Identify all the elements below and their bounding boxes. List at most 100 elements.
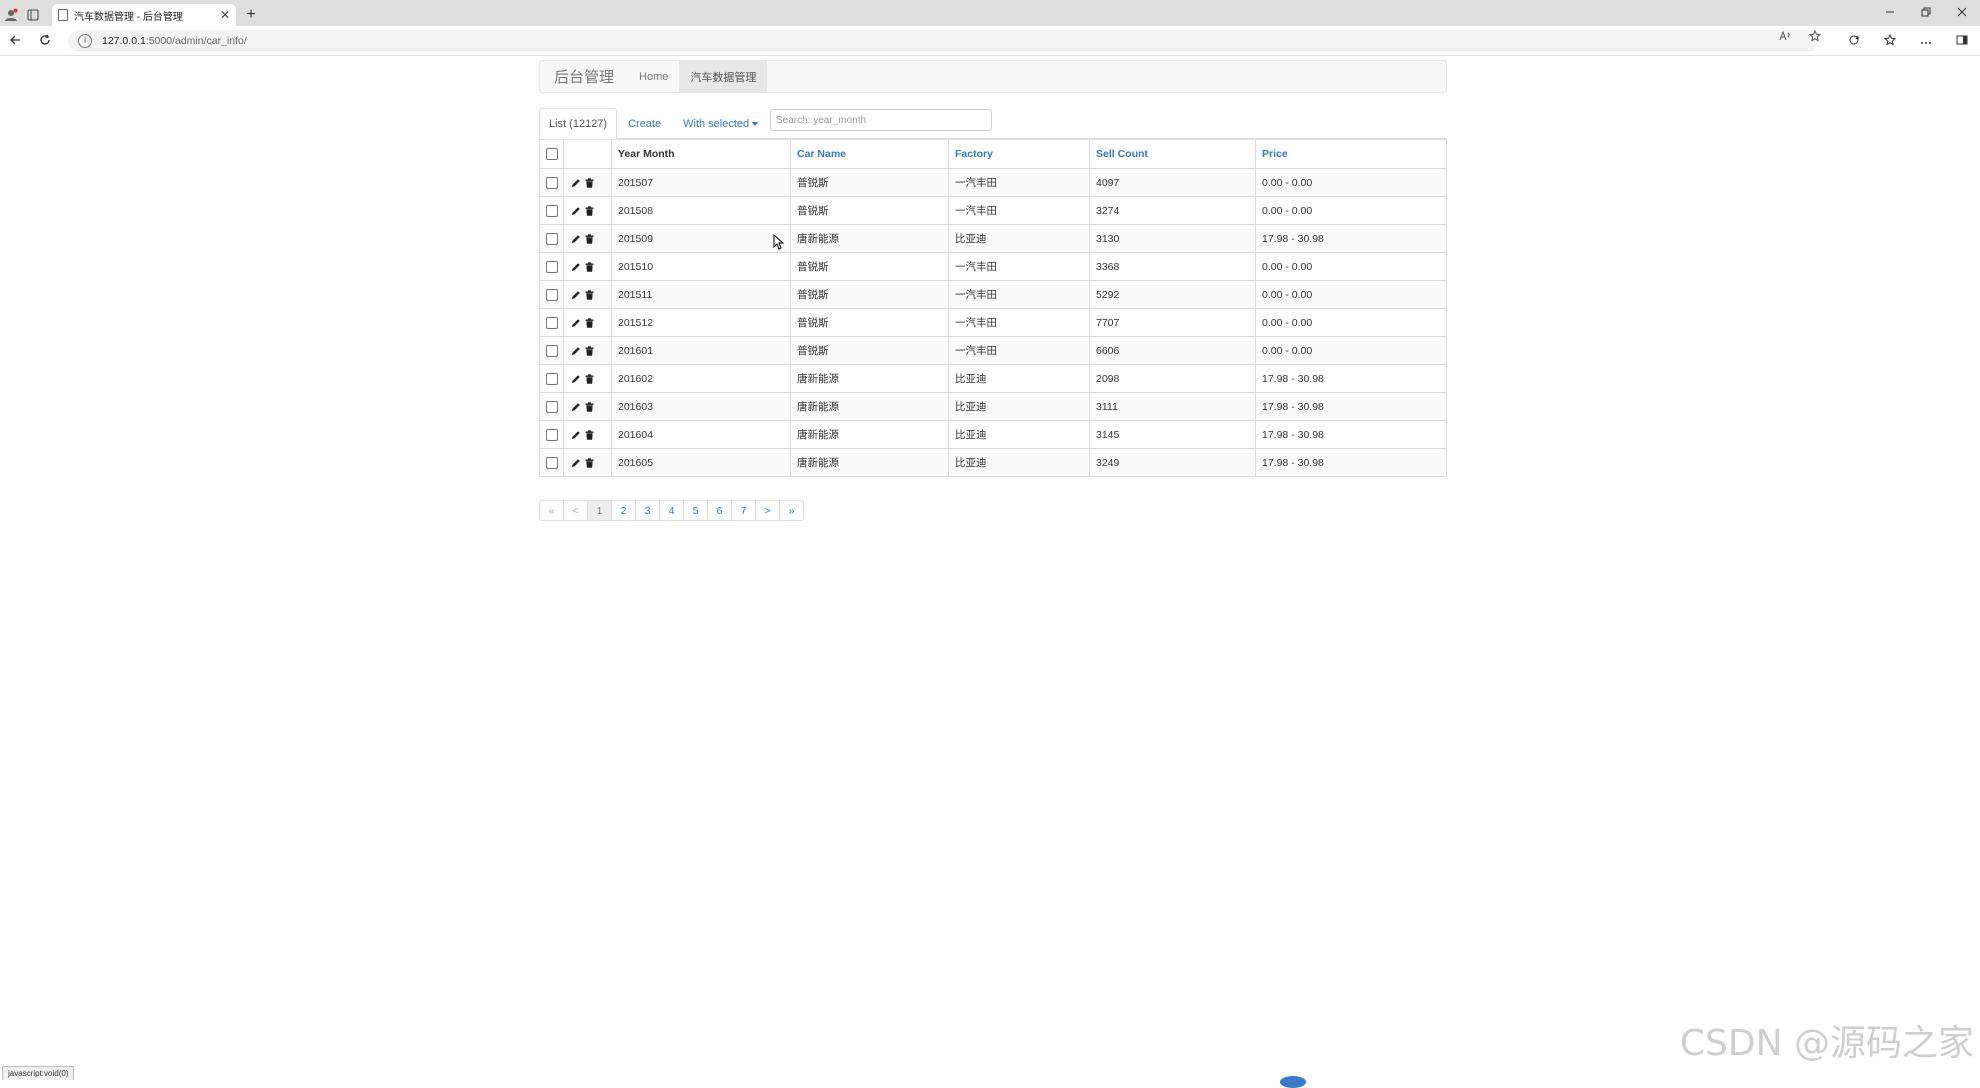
header-factory[interactable]: Factory [948,139,1090,169]
cell-sell-count: 6606 [1089,336,1256,365]
page-7[interactable]: 7 [731,500,756,521]
row-checkbox[interactable] [545,176,558,189]
cell-year-month: 201511 [611,280,791,309]
back-icon[interactable] [0,33,30,49]
row-checkbox[interactable] [545,288,558,301]
sort-car-name-link[interactable]: Car Name [797,148,846,160]
trash-icon[interactable] [585,206,595,216]
cell-price: 0.00 - 0.00 [1255,168,1447,197]
row-checkbox[interactable] [545,232,558,245]
trash-icon[interactable] [585,430,595,440]
pencil-icon[interactable] [571,374,581,384]
row-select-cell [539,448,564,477]
row-checkbox[interactable] [545,344,558,357]
pencil-icon[interactable] [571,206,581,216]
site-info-icon[interactable]: i [78,33,92,48]
tab-actions-icon[interactable] [22,4,44,26]
cell-year-month: 201605 [611,448,791,477]
cell-year-month: 201507 [611,168,791,197]
pencil-icon[interactable] [571,458,581,468]
cell-car-name: 唐新能源 [790,364,949,393]
page-first[interactable]: « [539,500,564,521]
page-4[interactable]: 4 [659,500,684,521]
favorites-icon[interactable] [1872,33,1908,49]
sort-factory-link[interactable]: Factory [955,148,993,160]
cell-factory: 一汽丰田 [948,196,1090,225]
more-options-icon[interactable] [1908,34,1944,48]
create-button[interactable]: Create [617,110,672,138]
page-5[interactable]: 5 [683,500,708,521]
table-row: 201605 唐新能源 比亚迪 3249 17.98 - 30.98 [539,448,1447,477]
with-selected-dropdown[interactable]: With selected [672,110,769,138]
row-actions-cell [563,336,612,365]
table-row: 201507 普锐斯 一汽丰田 4097 0.00 - 0.00 [539,168,1447,197]
brand-title[interactable]: 后台管理 [540,61,628,92]
sort-sell-count-link[interactable]: Sell Count [1096,148,1148,160]
page-1[interactable]: 1 [587,500,612,521]
minimize-icon[interactable] [1872,6,1908,20]
row-checkbox[interactable] [545,316,558,329]
pencil-icon[interactable] [571,402,581,412]
table-row: 201511 普锐斯 一汽丰田 5292 0.00 - 0.00 [539,280,1447,309]
profile-icon[interactable] [0,4,22,26]
page-3[interactable]: 3 [635,500,660,521]
url-field[interactable]: i 127.0.0.1:5000/admin/car_info/ [68,29,1818,52]
close-tab-icon[interactable]: ✕ [220,8,230,22]
cell-price: 17.98 - 30.98 [1255,448,1447,477]
close-window-icon[interactable] [1944,6,1980,20]
page-6[interactable]: 6 [707,500,732,521]
search-input[interactable] [770,109,992,131]
pencil-icon[interactable] [571,290,581,300]
favorite-star-icon[interactable] [1800,29,1830,45]
trash-icon[interactable] [585,458,595,468]
pencil-icon[interactable] [571,178,581,188]
trash-icon[interactable] [585,346,595,356]
header-sell-count[interactable]: Sell Count [1089,139,1256,169]
trash-icon[interactable] [585,402,595,412]
window-controls [1872,0,1980,26]
header-price[interactable]: Price [1255,139,1447,169]
row-actions-cell [563,196,612,225]
trash-icon[interactable] [585,290,595,300]
cell-sell-count: 5292 [1089,280,1256,309]
nav-car-data[interactable]: 汽车数据管理 [679,61,768,92]
restore-icon[interactable] [1908,6,1944,20]
new-tab-button[interactable]: + [240,4,262,26]
watermark: CSDN @源码之家 [1679,1023,1974,1064]
trash-icon[interactable] [585,178,595,188]
cell-factory: 比亚迪 [948,448,1090,477]
row-checkbox[interactable] [545,428,558,441]
admin-navbar: 后台管理 Home 汽车数据管理 [539,60,1447,93]
row-checkbox[interactable] [545,400,558,413]
row-checkbox[interactable] [545,260,558,273]
pencil-icon[interactable] [571,318,581,328]
sort-price-link[interactable]: Price [1262,148,1288,160]
pencil-icon[interactable] [571,234,581,244]
trash-icon[interactable] [585,318,595,328]
nav-home[interactable]: Home [628,61,679,92]
trash-icon[interactable] [585,234,595,244]
read-aloud-icon[interactable] [1770,30,1800,45]
sidebar-toggle-icon[interactable] [1944,34,1980,48]
header-car-name[interactable]: Car Name [790,139,949,169]
extensions-icon[interactable] [1836,34,1872,49]
tab-list[interactable]: List (12127) [539,108,618,139]
trash-icon[interactable] [585,262,595,272]
pencil-icon[interactable] [571,430,581,440]
browser-tab-active[interactable]: 汽车数据管理 - 后台管理 ✕ [52,4,236,26]
page-last[interactable]: » [779,500,804,521]
row-checkbox[interactable] [545,372,558,385]
cell-year-month: 201602 [611,364,791,393]
select-all-checkbox[interactable] [545,148,558,161]
page-prev[interactable]: < [563,500,588,521]
pencil-icon[interactable] [571,262,581,272]
trash-icon[interactable] [585,374,595,384]
refresh-icon[interactable] [30,33,60,49]
row-checkbox[interactable] [545,204,558,217]
row-checkbox[interactable] [545,456,558,469]
pencil-icon[interactable] [571,346,581,356]
page-next[interactable]: > [755,500,780,521]
cell-sell-count: 3249 [1089,448,1256,477]
cell-price: 0.00 - 0.00 [1255,308,1447,337]
page-2[interactable]: 2 [611,500,636,521]
